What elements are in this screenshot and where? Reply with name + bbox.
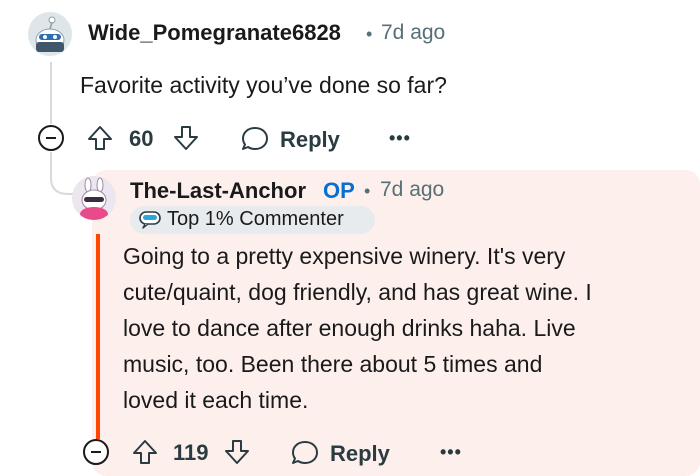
reply-highlight-line [96, 234, 100, 439]
reply-body-line-3: love to dance after enough drinks haha. … [123, 315, 576, 341]
reply-reply-label: Reply [330, 441, 390, 466]
upvote-icon[interactable] [86, 124, 114, 152]
parent-more-options-button[interactable]: ••• [389, 128, 411, 149]
reply-reply-button[interactable]: Reply [290, 436, 394, 470]
snoo-avatar-icon [28, 12, 72, 56]
parent-timestamp: 7d ago [381, 21, 446, 44]
reply-username[interactable]: The-Last-Anchor [130, 178, 306, 204]
avatar-parent[interactable] [28, 12, 72, 56]
reply-score: 119 [173, 440, 209, 465]
thread-line-parent [50, 62, 52, 124]
parent-username[interactable]: Wide_Pomegranate6828 [88, 20, 341, 46]
upvote-icon[interactable] [131, 438, 159, 466]
parent-body: Favorite activity you’ve done so far? [80, 72, 447, 98]
badge-label: Top 1% Commenter [167, 208, 344, 230]
comment-bubble-icon [242, 127, 268, 150]
reply-body-line-4: music, too. Been there about 5 times and [123, 351, 543, 377]
reply-body-line-2: cute/quaint, dog friendly, and has great… [123, 279, 592, 305]
reply-body-line-1: Going to a pretty expensive winery. It's… [123, 243, 566, 269]
reply-timestamp: 7d ago [380, 178, 445, 201]
collapse-reply-button[interactable] [83, 439, 109, 465]
top-commenter-icon [139, 211, 161, 229]
downvote-icon[interactable] [223, 438, 251, 466]
reply-separator: • [364, 181, 371, 201]
avatar-reply[interactable] [72, 176, 116, 220]
parent-reply-label: Reply [280, 127, 340, 152]
parent-separator: • [366, 24, 373, 44]
comment-bubble-icon [292, 441, 318, 464]
downvote-icon[interactable] [172, 124, 200, 152]
reply-body-line-5: loved it each time. [123, 387, 309, 413]
op-tag: OP [323, 178, 355, 203]
collapse-parent-button[interactable] [38, 125, 64, 151]
reply-more-options-button[interactable]: ••• [440, 442, 462, 463]
parent-score: 60 [129, 126, 154, 151]
bunny-avatar-icon [72, 176, 116, 220]
parent-reply-button[interactable]: Reply [240, 122, 344, 156]
